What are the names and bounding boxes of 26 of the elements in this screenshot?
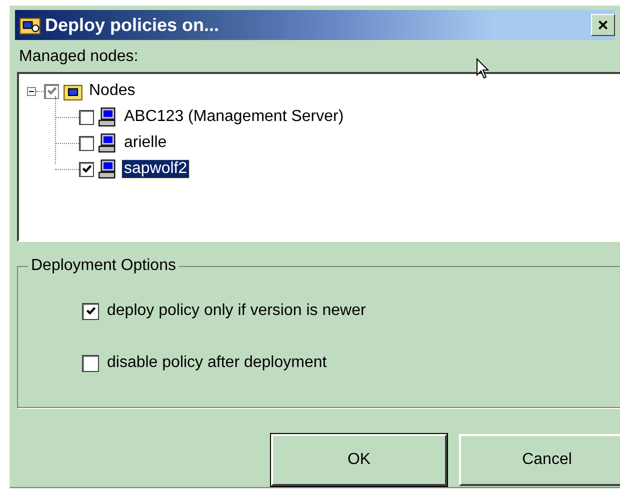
checkmark-icon bbox=[46, 85, 58, 97]
checkbox[interactable] bbox=[82, 302, 99, 320]
dialog-button[interactable]: OK bbox=[271, 434, 447, 486]
checkbox[interactable] bbox=[79, 136, 94, 150]
tree-item[interactable]: sapwolf2 bbox=[122, 160, 190, 178]
checkbox-label: disable policy after deployment bbox=[107, 354, 327, 372]
checkbox[interactable] bbox=[44, 84, 59, 98]
close-button[interactable]: × bbox=[591, 14, 615, 36]
tree-item[interactable]: Nodes bbox=[87, 82, 138, 100]
window-title: Deploy policies on... bbox=[45, 14, 220, 36]
collapse-toggle[interactable] bbox=[27, 86, 36, 96]
tree-label: Managed nodes: bbox=[19, 48, 140, 66]
checkbox-label: deploy policy only if version is newer bbox=[107, 302, 366, 320]
checkmark-icon bbox=[84, 305, 96, 317]
group-title: Deployment Options bbox=[28, 257, 179, 275]
computer-icon bbox=[98, 133, 118, 153]
checkbox[interactable] bbox=[79, 162, 94, 176]
computer-icon bbox=[98, 159, 118, 179]
computer-icon bbox=[98, 107, 118, 127]
tree-item[interactable]: ABC123 (Management Server) bbox=[122, 108, 346, 126]
dialog-button[interactable]: Cancel bbox=[459, 434, 620, 486]
tree-item[interactable]: arielle bbox=[122, 134, 169, 152]
checkbox[interactable] bbox=[79, 110, 94, 124]
checkbox[interactable] bbox=[82, 354, 99, 372]
folder-icon bbox=[19, 15, 41, 35]
checkmark-icon bbox=[80, 163, 92, 175]
